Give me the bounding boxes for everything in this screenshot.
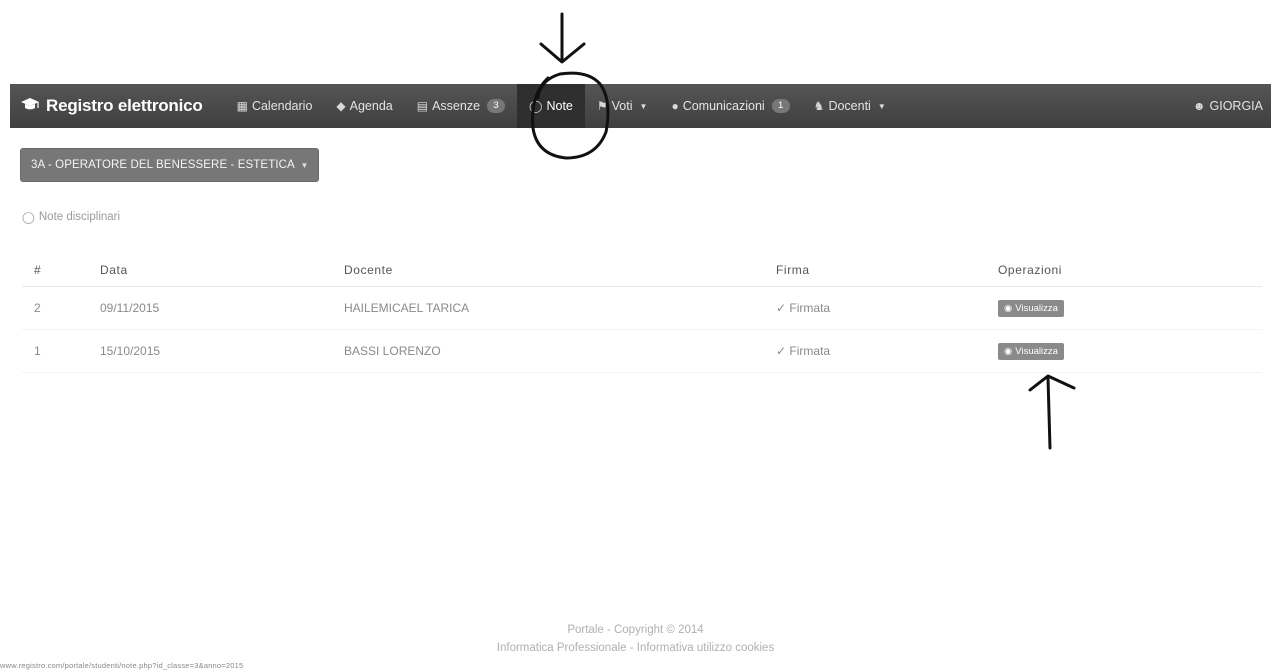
view-button[interactable]: ◉ Visualizza <box>998 342 1064 360</box>
col-header-firma: Firma <box>775 254 997 287</box>
brand-link[interactable]: Registro elettronico <box>10 96 203 116</box>
row-number: 2 <box>22 286 99 330</box>
row-date: 09/11/2015 <box>99 286 343 330</box>
footer-links[interactable]: Informatica Professionale - Informativa … <box>0 642 1271 654</box>
users-icon: ☻ <box>1192 99 1206 113</box>
col-header-data: Data <box>99 254 343 287</box>
comunicazioni-badge: 1 <box>771 99 790 113</box>
nav-agenda[interactable]: ◆ Agenda <box>324 84 404 128</box>
table-icon: ▤ <box>416 99 429 113</box>
view-button-label: Visualizza <box>1015 345 1058 357</box>
graduation-cap-icon <box>20 96 40 116</box>
flag-icon: ⚑ <box>596 99 608 113</box>
col-header-operazioni: Operazioni <box>997 254 1262 287</box>
row-teacher: BASSI LORENZO <box>343 329 775 373</box>
row-signature-text: Firmata <box>789 301 831 315</box>
notes-table: # Data Docente Firma Operazioni 2 09/11/… <box>22 254 1262 373</box>
nav-note-label: Note <box>546 99 573 113</box>
chevron-down-icon: ▼ <box>877 101 886 111</box>
table-row: 1 15/10/2015 BASSI LORENZO ✓ Firmata ◉ V… <box>22 329 1262 373</box>
nav-comunicazioni[interactable]: ● Comunicazioni 1 <box>659 84 801 128</box>
row-number: 1 <box>22 329 99 373</box>
nav-voti[interactable]: ⚑ Voti ▼ <box>585 84 660 128</box>
arrow-down-annotation <box>539 12 586 64</box>
nav-agenda-label: Agenda <box>349 99 393 113</box>
eye-icon: ◉ <box>1004 345 1013 357</box>
check-circle-icon: ✓ <box>776 344 787 358</box>
brand-title: Registro elettronico <box>46 96 203 115</box>
row-operations: ◉ Visualizza <box>997 286 1262 330</box>
nav-calendario[interactable]: ▦ Calendario <box>225 84 325 128</box>
section-title-text: Note disciplinari <box>38 211 121 223</box>
teacher-icon: ♞ <box>813 99 825 113</box>
arrow-up-annotation <box>1028 374 1076 450</box>
speech-bubble-icon: ● <box>671 99 679 113</box>
nav-voti-label: Voti <box>611 99 633 113</box>
nav-docenti-label: Docenti <box>828 99 871 113</box>
view-button[interactable]: ◉ Visualizza <box>998 299 1064 317</box>
comment-icon: ◯ <box>22 212 35 224</box>
comment-icon: ◯ <box>529 99 543 113</box>
view-button-label: Visualizza <box>1015 302 1058 314</box>
top-navbar: Registro elettronico ▦ Calendario ◆ Agen… <box>10 84 1271 128</box>
chevron-down-icon: ▼ <box>639 101 648 111</box>
assenze-badge: 3 <box>487 99 506 113</box>
nav-comunicazioni-label: Comunicazioni <box>682 99 765 113</box>
row-teacher: HAILEMICAEL TARICA <box>343 286 775 330</box>
row-signature: ✓ Firmata <box>775 329 997 373</box>
class-dropdown-button[interactable]: 3A - OPERATORE DEL BENESSERE - ESTETICA … <box>20 148 320 182</box>
nav-assenze-label: Assenze <box>432 99 481 113</box>
nav-note[interactable]: ◯ Note <box>517 84 585 128</box>
nav-docenti[interactable]: ♞ Docenti ▼ <box>802 84 898 128</box>
row-date: 15/10/2015 <box>99 329 343 373</box>
col-header-number: # <box>22 254 99 287</box>
table-row: 2 09/11/2015 HAILEMICAEL TARICA ✓ Firmat… <box>22 286 1262 330</box>
user-menu[interactable]: ☻ GIORGIA <box>1181 84 1271 128</box>
chevron-down-icon: ▼ <box>300 161 309 170</box>
footer-copyright: Portale - Copyright © 2014 <box>567 624 704 636</box>
row-signature-text: Firmata <box>789 344 831 358</box>
check-circle-icon: ✓ <box>776 301 787 315</box>
nav-assenze[interactable]: ▤ Assenze 3 <box>405 84 517 128</box>
col-header-docente: Docente <box>343 254 775 287</box>
user-name: GIORGIA <box>1209 99 1263 113</box>
nav-calendario-label: Calendario <box>251 99 313 113</box>
eye-icon: ◉ <box>1004 302 1013 314</box>
class-dropdown-label: 3A - OPERATORE DEL BENESSERE - ESTETICA <box>31 159 295 171</box>
section-title: ◯ Note disciplinari <box>22 210 120 224</box>
table-header-row: # Data Docente Firma Operazioni <box>22 254 1262 287</box>
row-signature: ✓ Firmata <box>775 286 997 330</box>
tag-icon: ◆ <box>336 99 346 113</box>
status-bar-url: www.registro.com/portale/studenti/note.p… <box>0 661 244 670</box>
calendar-icon: ▦ <box>236 99 248 113</box>
row-operations: ◉ Visualizza <box>997 329 1262 373</box>
